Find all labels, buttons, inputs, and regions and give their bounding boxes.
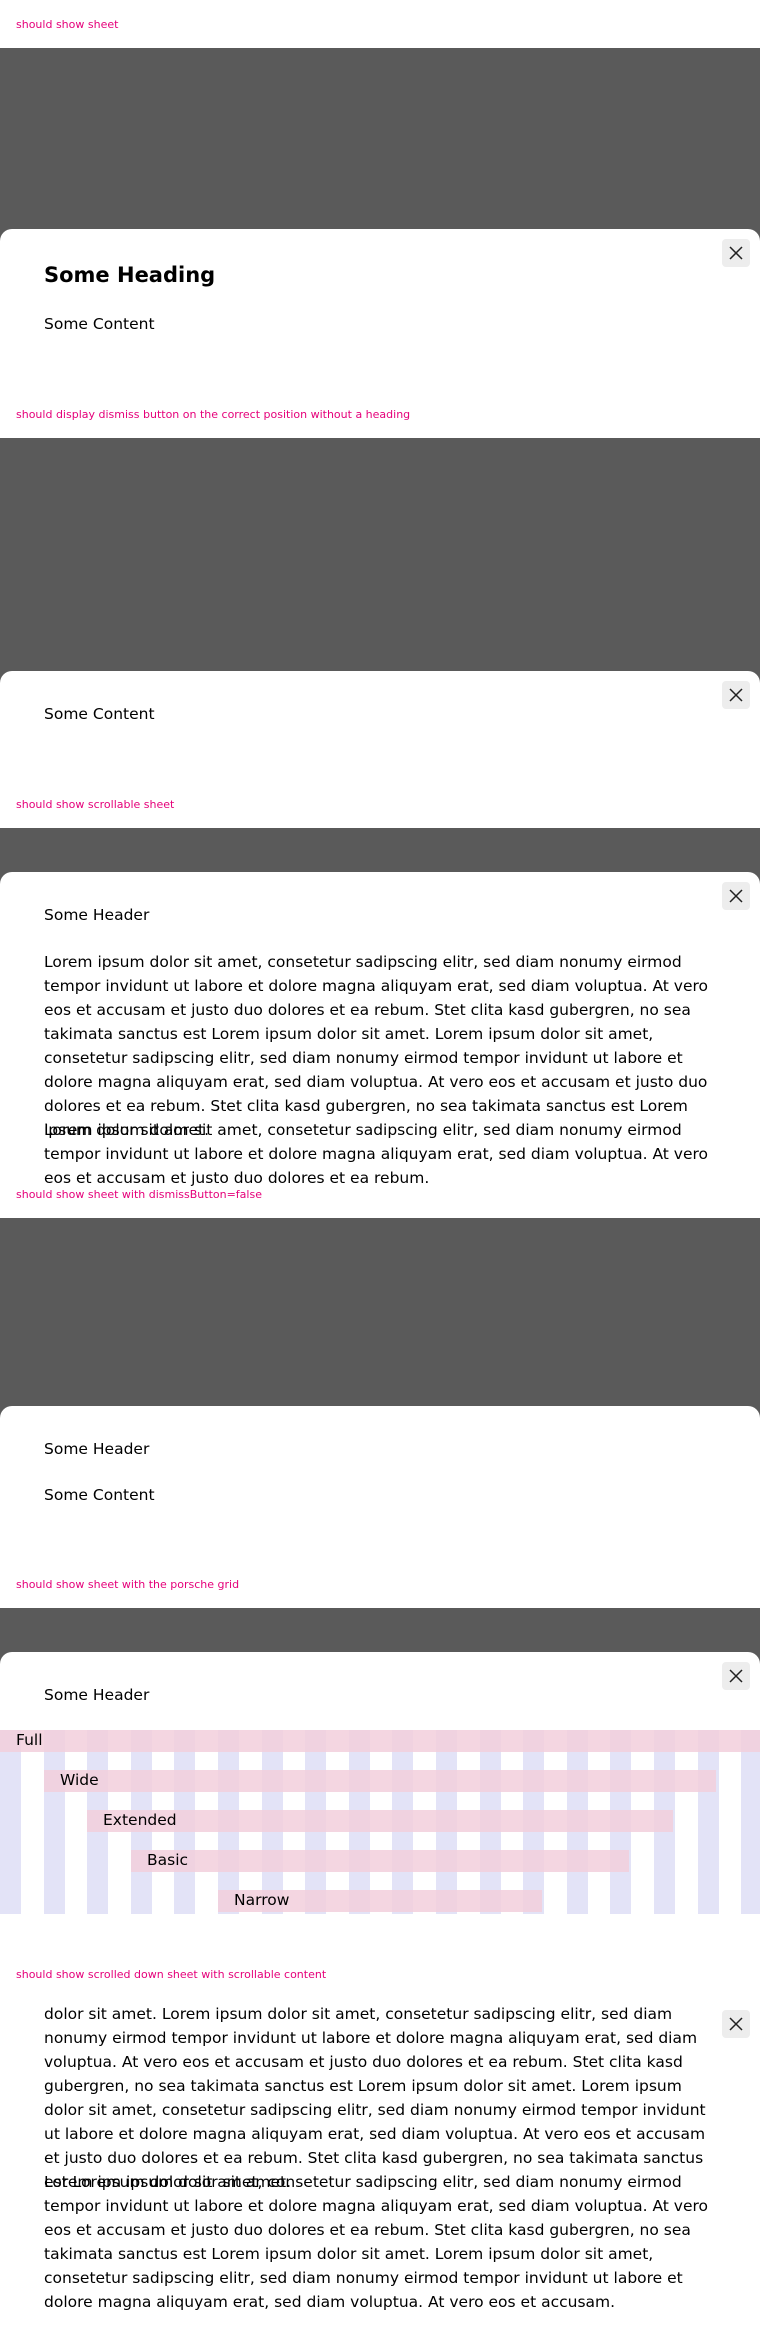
section-label: should show sheet with dismissButton=fal… — [16, 1188, 262, 1201]
grid-band — [0, 1730, 760, 1752]
sheet-header: Some Header — [44, 906, 150, 924]
grid-band — [131, 1850, 629, 1872]
close-icon — [729, 1669, 743, 1683]
sheet-header: Some Header — [44, 1440, 150, 1458]
grid-band — [44, 1770, 716, 1792]
sheet-content: Some Content — [44, 315, 155, 333]
grid-column — [0, 1730, 21, 1914]
close-icon — [729, 246, 743, 260]
section-label: should show scrolled down sheet with scr… — [16, 1968, 327, 1981]
section-label: should display dismiss button on the cor… — [16, 408, 411, 421]
section-label: should show scrollable sheet — [16, 798, 175, 811]
dismiss-button[interactable] — [722, 239, 750, 267]
sheet-backdrop[interactable] — [0, 48, 760, 248]
grid-column — [43, 1730, 65, 1914]
sheet-paragraph: Lorem ipsum dolor sit amet, consetetur s… — [44, 953, 709, 1139]
grid-label: Full — [16, 1731, 43, 1749]
sheet-heading: Some Heading — [44, 263, 216, 287]
sheet-paragraph: dolor sit amet. Lorem ipsum dolor sit am… — [44, 2005, 706, 2191]
grid-label: Extended — [103, 1811, 177, 1829]
grid-label: Basic — [147, 1851, 189, 1869]
dismiss-button[interactable] — [722, 1662, 750, 1690]
scroll-area[interactable]: Lorem ipsum dolor sit amet, consetetur s… — [0, 946, 760, 1220]
close-icon — [729, 2017, 743, 2031]
grid-column — [697, 1730, 719, 1914]
section-label: should show sheet — [16, 18, 119, 31]
sheet-paragraph: Lorem ipsum dolor sit amet, consetetur s… — [44, 1121, 709, 1187]
dismiss-button[interactable] — [722, 681, 750, 709]
close-icon — [729, 889, 743, 903]
sheet-content: Some Content — [44, 705, 155, 723]
sheet-content: Some Content — [44, 1486, 155, 1504]
porsche-grid: Full Wide Extended Basic Narrow — [0, 1730, 760, 1914]
dismiss-button[interactable] — [722, 2010, 750, 2038]
dismiss-button[interactable] — [722, 882, 750, 910]
section-label: should show sheet with the porsche grid — [16, 1578, 240, 1591]
sheet-header: Some Header — [44, 1686, 150, 1704]
sheet: Some Heading Some Content — [0, 229, 760, 437]
sheet-paragraph: Lorem ipsum dolor sit amet, consetetur s… — [44, 2173, 709, 2311]
grid-label: Narrow — [234, 1891, 290, 1909]
grid-label: Wide — [60, 1771, 99, 1789]
close-icon — [729, 688, 743, 702]
sheet: Some Header Lorem ipsum dolor sit amet, … — [0, 872, 760, 1220]
sheet-backdrop[interactable] — [0, 438, 760, 688]
sheet-backdrop[interactable] — [0, 1218, 760, 1418]
sheet: dolor sit amet. Lorem ipsum dolor sit am… — [0, 1994, 760, 2340]
grid-column — [741, 1730, 760, 1914]
